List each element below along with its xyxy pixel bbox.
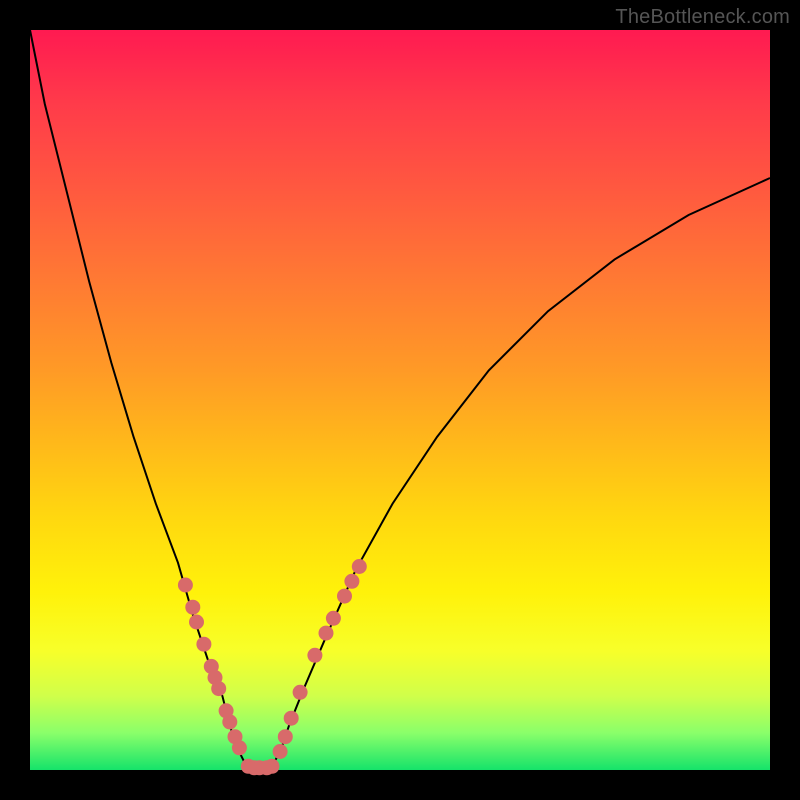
data-marker bbox=[273, 744, 288, 759]
data-marker bbox=[293, 685, 308, 700]
plot-area bbox=[30, 30, 770, 770]
data-marker bbox=[326, 611, 341, 626]
data-marker bbox=[352, 559, 367, 574]
data-marker bbox=[196, 637, 211, 652]
data-marker bbox=[265, 759, 280, 774]
curve-right-arm bbox=[271, 178, 771, 770]
curve-left-arm bbox=[30, 30, 248, 770]
data-marker bbox=[307, 648, 322, 663]
data-marker bbox=[178, 578, 193, 593]
data-marker bbox=[278, 729, 293, 744]
chart-container: TheBottleneck.com bbox=[0, 0, 800, 800]
data-marker bbox=[185, 600, 200, 615]
data-marker bbox=[344, 574, 359, 589]
data-marker bbox=[284, 711, 299, 726]
data-marker bbox=[232, 740, 247, 755]
curve-layer bbox=[30, 30, 770, 770]
data-marker bbox=[189, 615, 204, 630]
data-marker bbox=[319, 626, 334, 641]
data-marker bbox=[211, 681, 226, 696]
watermark-text: TheBottleneck.com bbox=[615, 6, 790, 29]
data-marker bbox=[222, 714, 237, 729]
data-marker bbox=[337, 589, 352, 604]
